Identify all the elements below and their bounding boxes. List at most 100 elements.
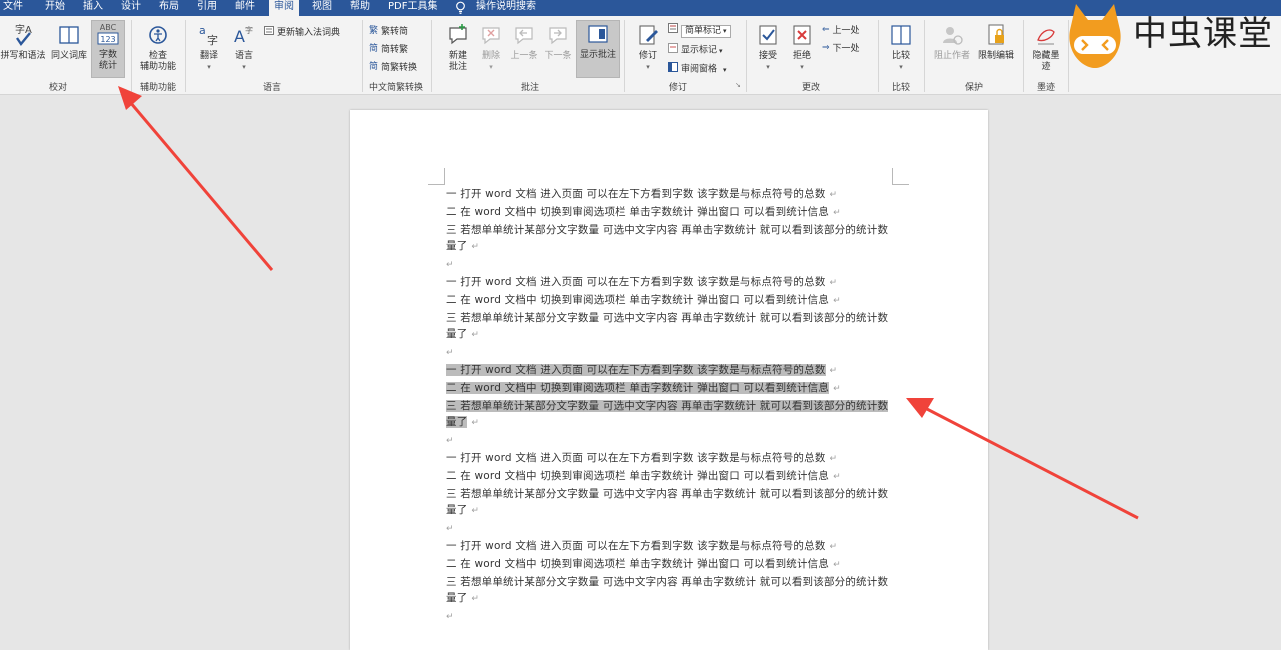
spelling-grammar-button[interactable]: 字A 拼写和语法 — [0, 22, 46, 62]
empty-line[interactable]: ↵ — [446, 432, 896, 450]
translate-button[interactable]: a 字 翻译 ▾ — [192, 22, 226, 73]
empty-line[interactable]: ↵ — [446, 344, 896, 362]
line-text[interactable]: 三 若想单单统计某部分文字数量 可选中文字内容 再单击字数统计 就可以看到该部分… — [446, 488, 888, 517]
line-text[interactable]: 一 打开 word 文档 进入页面 可以在左下方看到字数 该字数是与标点符号的总… — [446, 540, 826, 552]
update-ime-dictionary-button[interactable]: 更新输入法词典 — [264, 26, 340, 39]
tell-me-search[interactable]: 操作说明搜索 — [476, 0, 536, 16]
next-comment-button[interactable]: 下一条 — [541, 22, 575, 62]
document-line[interactable]: 一 打开 word 文档 进入页面 可以在左下方看到字数 该字数是与标点符号的总… — [446, 186, 896, 204]
document-page[interactable]: 一 打开 word 文档 进入页面 可以在左下方看到字数 该字数是与标点符号的总… — [350, 110, 988, 650]
chinese-conversion-button[interactable]: 简简繁转换 — [369, 62, 417, 74]
previous-comment-button[interactable]: 上一条 — [507, 22, 541, 62]
document-line[interactable]: 三 若想单单统计某部分文字数量 可选中文字内容 再单击字数统计 就可以看到该部分… — [446, 310, 896, 345]
document-line[interactable]: 三 若想单单统计某部分文字数量 可选中文字内容 再单击字数统计 就可以看到该部分… — [446, 486, 896, 521]
next-change-button[interactable]: ⇒ 下一处 — [822, 43, 860, 55]
tab-home[interactable]: 开始 — [45, 0, 65, 16]
compare-button[interactable]: 比较 ▾ — [884, 22, 918, 73]
dialog-launcher-icon[interactable]: ↘ — [735, 81, 741, 89]
reject-icon — [793, 25, 811, 45]
show-comments-button[interactable]: 显示批注 — [576, 20, 620, 78]
empty-line[interactable]: ↵ — [446, 608, 896, 626]
show-comments-icon — [588, 25, 608, 43]
dictionary-icon — [264, 26, 274, 39]
block-authors-button[interactable]: 阻止作者 — [932, 22, 972, 62]
tab-layout[interactable]: 布局 — [159, 0, 179, 16]
document-line[interactable]: 一 打开 word 文档 进入页面 可以在左下方看到字数 该字数是与标点符号的总… — [446, 362, 896, 380]
lightbulb-icon — [456, 1, 465, 14]
line-text[interactable]: 三 若想单单统计某部分文字数量 可选中文字内容 再单击字数统计 就可以看到该部分… — [446, 312, 888, 341]
accept-button[interactable]: 接受 ▾ — [753, 22, 783, 73]
empty-line[interactable]: ↵ — [446, 520, 896, 538]
line-text[interactable]: 二 在 word 文档中 切换到审阅选项栏 单击字数统计 弹出窗口 可以看到统计… — [446, 294, 829, 306]
paragraph-block[interactable]: 一 打开 word 文档 进入页面 可以在左下方看到字数 该字数是与标点符号的总… — [446, 274, 896, 362]
track-changes-button[interactable]: 修订 ▾ — [634, 22, 662, 73]
line-text[interactable]: 二 在 word 文档中 切换到审阅选项栏 单击字数统计 弹出窗口 可以看到统计… — [446, 558, 829, 570]
line-text[interactable]: 一 打开 word 文档 进入页面 可以在左下方看到字数 该字数是与标点符号的总… — [446, 276, 826, 288]
paragraph-mark: ↵ — [829, 365, 838, 376]
paragraph-block[interactable]: 一 打开 word 文档 进入页面 可以在左下方看到字数 该字数是与标点符号的总… — [446, 186, 896, 274]
empty-line[interactable]: ↵ — [446, 256, 896, 274]
document-body[interactable]: 一 打开 word 文档 进入页面 可以在左下方看到字数 该字数是与标点符号的总… — [446, 186, 896, 626]
new-comment-icon — [449, 24, 467, 45]
document-line[interactable]: 二 在 word 文档中 切换到审阅选项栏 单击字数统计 弹出窗口 可以看到统计… — [446, 468, 896, 486]
line-text[interactable]: 一 打开 word 文档 进入页面 可以在左下方看到字数 该字数是与标点符号的总… — [446, 452, 826, 464]
document-line[interactable]: 二 在 word 文档中 切换到审阅选项栏 单击字数统计 弹出窗口 可以看到统计… — [446, 204, 896, 222]
group-divider — [878, 20, 879, 92]
line-text[interactable]: 二 在 word 文档中 切换到审阅选项栏 单击字数统计 弹出窗口 可以看到统计… — [446, 470, 829, 482]
restrict-editing-button[interactable]: 限制编辑 — [975, 22, 1017, 62]
paragraph-block[interactable]: 一 打开 word 文档 进入页面 可以在左下方看到字数 该字数是与标点符号的总… — [446, 538, 896, 626]
tab-insert[interactable]: 插入 — [83, 0, 103, 16]
document-line[interactable]: 二 在 word 文档中 切换到审阅选项栏 单击字数统计 弹出窗口 可以看到统计… — [446, 380, 896, 398]
paragraph-block[interactable]: 一 打开 word 文档 进入页面 可以在左下方看到字数 该字数是与标点符号的总… — [446, 362, 896, 450]
document-line[interactable]: 三 若想单单统计某部分文字数量 可选中文字内容 再单击字数统计 就可以看到该部分… — [446, 398, 896, 433]
document-line[interactable]: 三 若想单单统计某部分文字数量 可选中文字内容 再单击字数统计 就可以看到该部分… — [446, 222, 896, 257]
thesaurus-button[interactable]: 同义词库 — [48, 22, 90, 62]
paragraph-mark: ↵ — [829, 453, 838, 464]
delete-comment-button[interactable]: 删除 ▾ — [477, 22, 505, 73]
line-text[interactable]: 二 在 word 文档中 切换到审阅选项栏 单击字数统计 弹出窗口 可以看到统计… — [446, 381, 830, 394]
paragraph-mark: ↵ — [446, 260, 454, 271]
new-comment-button[interactable]: 新建 批注 — [441, 22, 475, 73]
line-text[interactable]: 一 打开 word 文档 进入页面 可以在左下方看到字数 该字数是与标点符号的总… — [446, 363, 826, 376]
word-count-button[interactable]: ABC 123 字数 统计 — [91, 20, 125, 78]
document-line[interactable]: 一 打开 word 文档 进入页面 可以在左下方看到字数 该字数是与标点符号的总… — [446, 274, 896, 292]
reviewing-pane-button[interactable]: 审阅窗格 ▾ — [668, 62, 727, 76]
group-divider — [746, 20, 747, 92]
line-text[interactable]: 一 打开 word 文档 进入页面 可以在左下方看到字数 该字数是与标点符号的总… — [446, 188, 826, 200]
tab-view[interactable]: 视图 — [312, 0, 332, 16]
traditional-to-simplified-button[interactable]: 繁繁转简 — [369, 26, 408, 38]
previous-change-button[interactable]: ⇐ 上一处 — [822, 25, 860, 37]
tab-design[interactable]: 设计 — [121, 0, 141, 16]
paragraph-block[interactable]: 一 打开 word 文档 进入页面 可以在左下方看到字数 该字数是与标点符号的总… — [446, 450, 896, 538]
document-line[interactable]: 二 在 word 文档中 切换到审阅选项栏 单击字数统计 弹出窗口 可以看到统计… — [446, 292, 896, 310]
check-accessibility-button[interactable]: 检查 辅助功能 — [136, 22, 180, 73]
group-label-comments: 批注 — [520, 83, 540, 93]
tab-mailings[interactable]: 邮件 — [235, 0, 255, 16]
paragraph-mark: ↵ — [829, 541, 838, 552]
reject-button[interactable]: 拒绝 ▾ — [787, 22, 817, 73]
tab-file[interactable]: 文件 — [3, 0, 23, 16]
paragraph-mark: ↵ — [833, 295, 841, 306]
tab-pdf-tools[interactable]: PDF工具集 — [388, 0, 437, 16]
markup-display-combo[interactable]: 简单标记 ▾ — [668, 23, 731, 38]
language-button[interactable]: A 字 语言 ▾ — [228, 22, 260, 73]
group-label-compare: 比较 — [891, 83, 911, 93]
line-text[interactable]: 三 若想单单统计某部分文字数量 可选中文字内容 再单击字数统计 就可以看到该部分… — [446, 576, 888, 605]
simplified-to-traditional-button[interactable]: 简简转繁 — [369, 44, 408, 56]
paragraph-mark: ↵ — [829, 277, 838, 288]
tab-review[interactable]: 审阅 — [269, 0, 299, 16]
paragraph-mark: ↵ — [471, 506, 480, 517]
line-text[interactable]: 三 若想单单统计某部分文字数量 可选中文字内容 再单击字数统计 就可以看到该部分… — [446, 399, 889, 429]
document-line[interactable]: 一 打开 word 文档 进入页面 可以在左下方看到字数 该字数是与标点符号的总… — [446, 538, 896, 556]
document-line[interactable]: 三 若想单单统计某部分文字数量 可选中文字内容 再单击字数统计 就可以看到该部分… — [446, 574, 896, 609]
tab-help[interactable]: 帮助 — [350, 0, 370, 16]
hide-ink-button[interactable]: 隐藏墨 迹 — [1028, 22, 1064, 73]
line-text[interactable]: 三 若想单单统计某部分文字数量 可选中文字内容 再单击字数统计 就可以看到该部分… — [446, 224, 888, 253]
tab-references[interactable]: 引用 — [197, 0, 217, 16]
show-markup-button[interactable]: 显示标记 ▾ — [668, 43, 723, 57]
line-text[interactable]: 二 在 word 文档中 切换到审阅选项栏 单击字数统计 弹出窗口 可以看到统计… — [446, 206, 829, 218]
svg-text:ABC: ABC — [100, 23, 117, 32]
document-line[interactable]: 二 在 word 文档中 切换到审阅选项栏 单击字数统计 弹出窗口 可以看到统计… — [446, 556, 896, 574]
paragraph-mark: ↵ — [471, 330, 480, 341]
document-line[interactable]: 一 打开 word 文档 进入页面 可以在左下方看到字数 该字数是与标点符号的总… — [446, 450, 896, 468]
